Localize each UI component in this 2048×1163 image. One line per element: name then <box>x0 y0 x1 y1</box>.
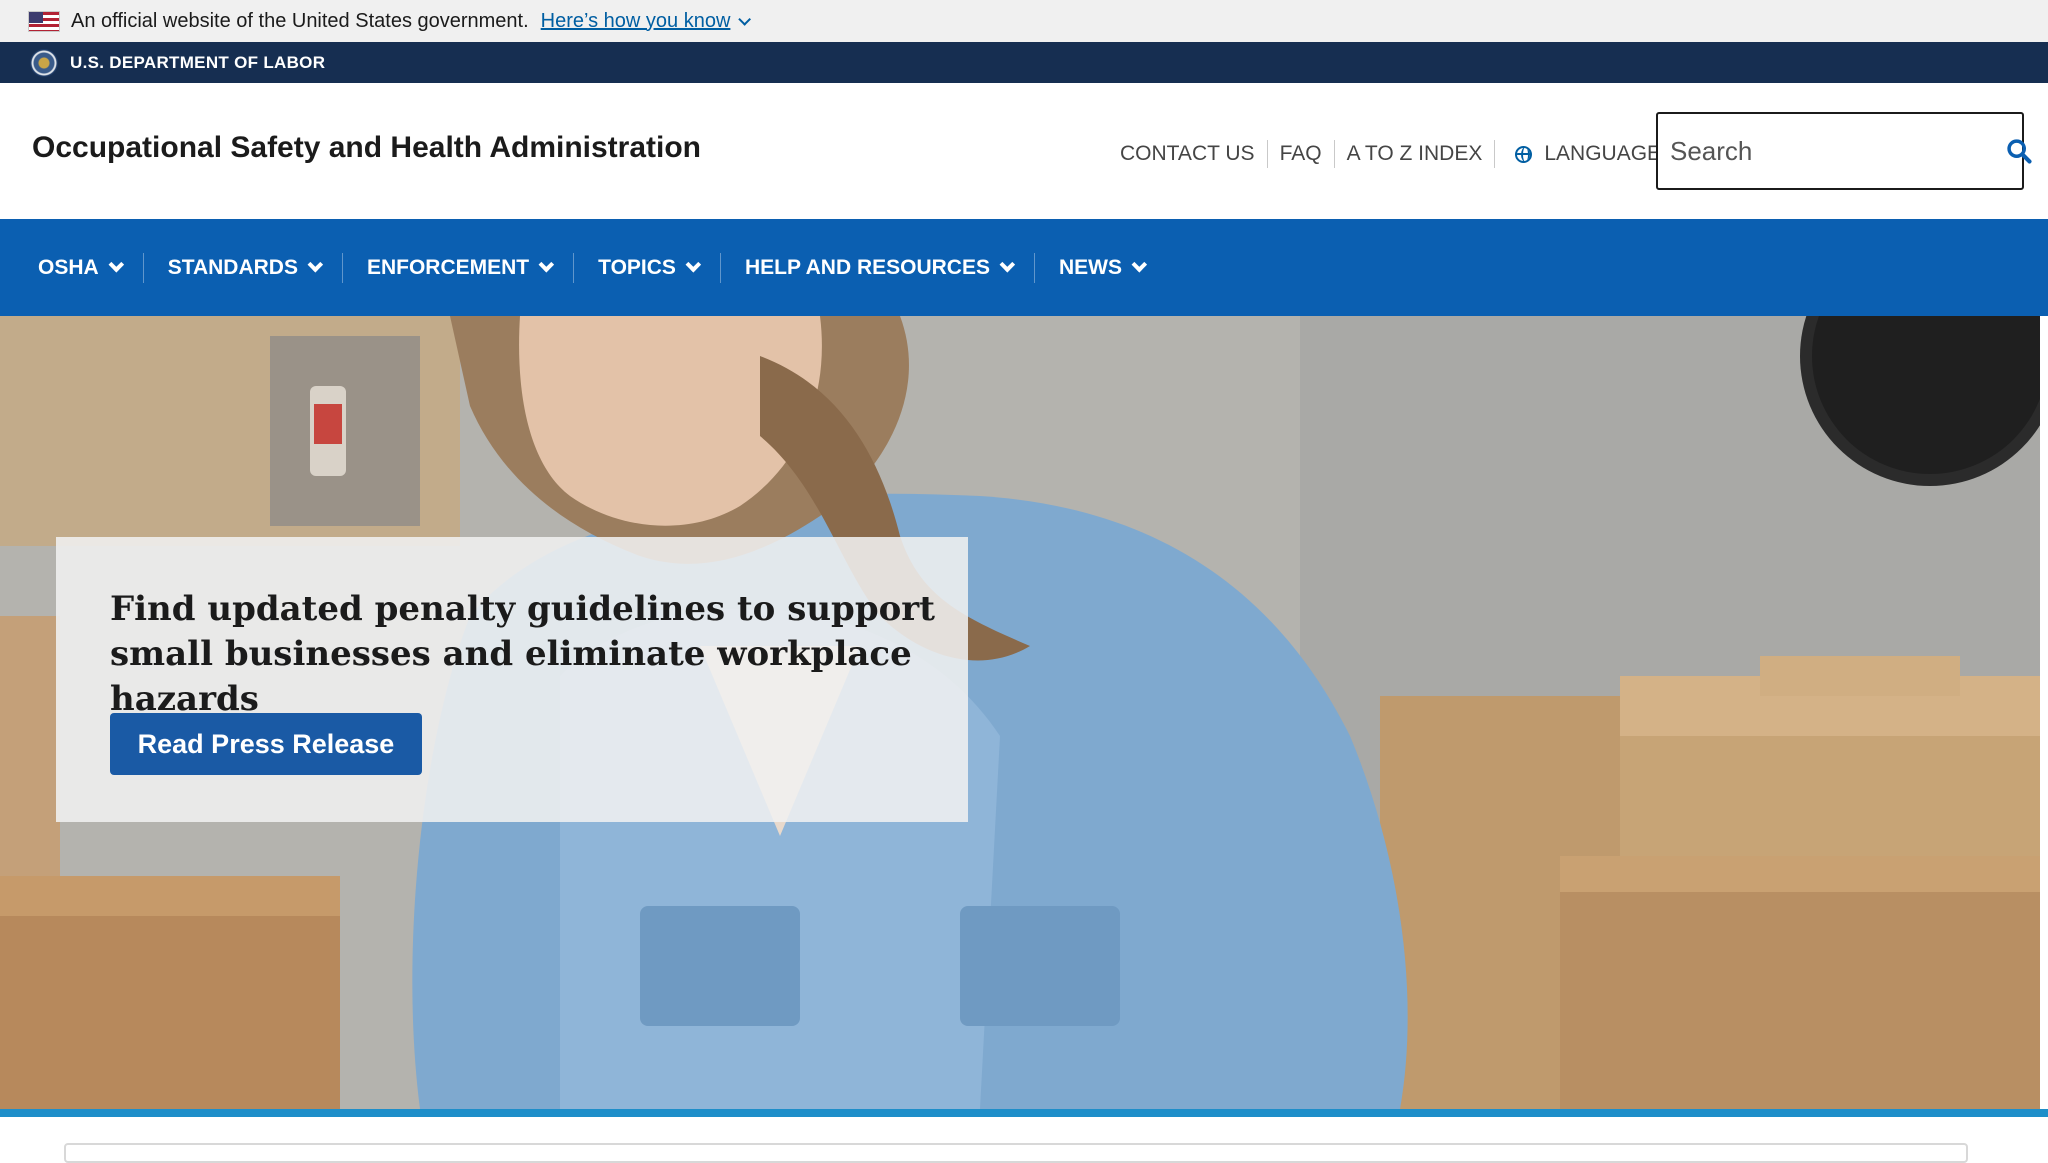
hero-headline: Find updated penalty guidelines to suppo… <box>110 589 935 719</box>
content-card <box>64 1143 1968 1163</box>
a-to-z-index-link[interactable]: A TO Z INDEX <box>1335 142 1495 166</box>
search-input[interactable] <box>1658 114 2005 188</box>
dol-seal-icon <box>30 48 58 77</box>
chevron-down-icon <box>685 256 702 273</box>
nav-item-topics[interactable]: TOPICS <box>574 253 720 283</box>
main-nav: OSHA STANDARDS ENFORCEMENT TOPICS HELP A… <box>0 219 2048 316</box>
globe-icon <box>1515 145 1533 163</box>
search-button[interactable] <box>2005 114 2033 188</box>
hero-card: Find updated penalty guidelines to suppo… <box>56 537 968 822</box>
nav-item-label: STANDARDS <box>167 255 298 279</box>
heres-how-you-know-label: Here’s how you know <box>540 9 731 32</box>
search-box <box>1656 112 2032 190</box>
hero-banner: Find updated penalty guidelines to suppo… <box>0 316 2040 1109</box>
chevron-down-icon <box>1131 256 1148 273</box>
nav-item-label: NEWS <box>1058 255 1122 279</box>
chevron-down-icon <box>999 256 1016 273</box>
site-header: Occupational Safety and Health Administr… <box>0 83 2048 219</box>
chevron-down-icon <box>538 256 555 273</box>
contact-us-link[interactable]: CONTACT US <box>1120 142 1267 166</box>
nav-item-enforcement[interactable]: ENFORCEMENT <box>343 253 573 283</box>
heres-how-you-know-link[interactable]: Here’s how you know <box>540 9 752 33</box>
nav-item-help-and-resources[interactable]: HELP AND RESOURCES <box>721 253 1034 283</box>
hero-accent-bar <box>0 1109 2048 1117</box>
us-flag-icon <box>28 10 60 32</box>
nav-item-news[interactable]: NEWS <box>1035 253 1166 283</box>
nav-item-osha[interactable]: OSHA <box>14 253 143 283</box>
faq-link[interactable]: FAQ <box>1268 142 1334 166</box>
utility-nav: CONTACT US FAQ A TO Z INDEX LANGUAGES <box>1120 139 1687 169</box>
search-icon <box>2007 139 2032 164</box>
nav-item-standards[interactable]: STANDARDS <box>144 253 342 283</box>
agency-title-link[interactable]: Occupational Safety and Health Administr… <box>32 131 701 165</box>
gov-banner: An official website of the United States… <box>0 0 2048 42</box>
dol-home-link[interactable]: U.S. DEPARTMENT OF LABOR <box>70 53 325 73</box>
gov-banner-text: An official website of the United States… <box>71 9 529 32</box>
chevron-down-icon <box>738 12 752 26</box>
nav-item-label: ENFORCEMENT <box>366 255 530 279</box>
nav-item-label: OSHA <box>38 255 99 279</box>
nav-item-label: HELP AND RESOURCES <box>744 255 990 279</box>
read-press-release-button[interactable]: Read Press Release <box>110 713 422 775</box>
nav-item-label: TOPICS <box>598 255 676 279</box>
chevron-down-icon <box>307 256 324 273</box>
chevron-down-icon <box>108 256 124 273</box>
dol-bar: U.S. DEPARTMENT OF LABOR <box>0 42 2048 83</box>
